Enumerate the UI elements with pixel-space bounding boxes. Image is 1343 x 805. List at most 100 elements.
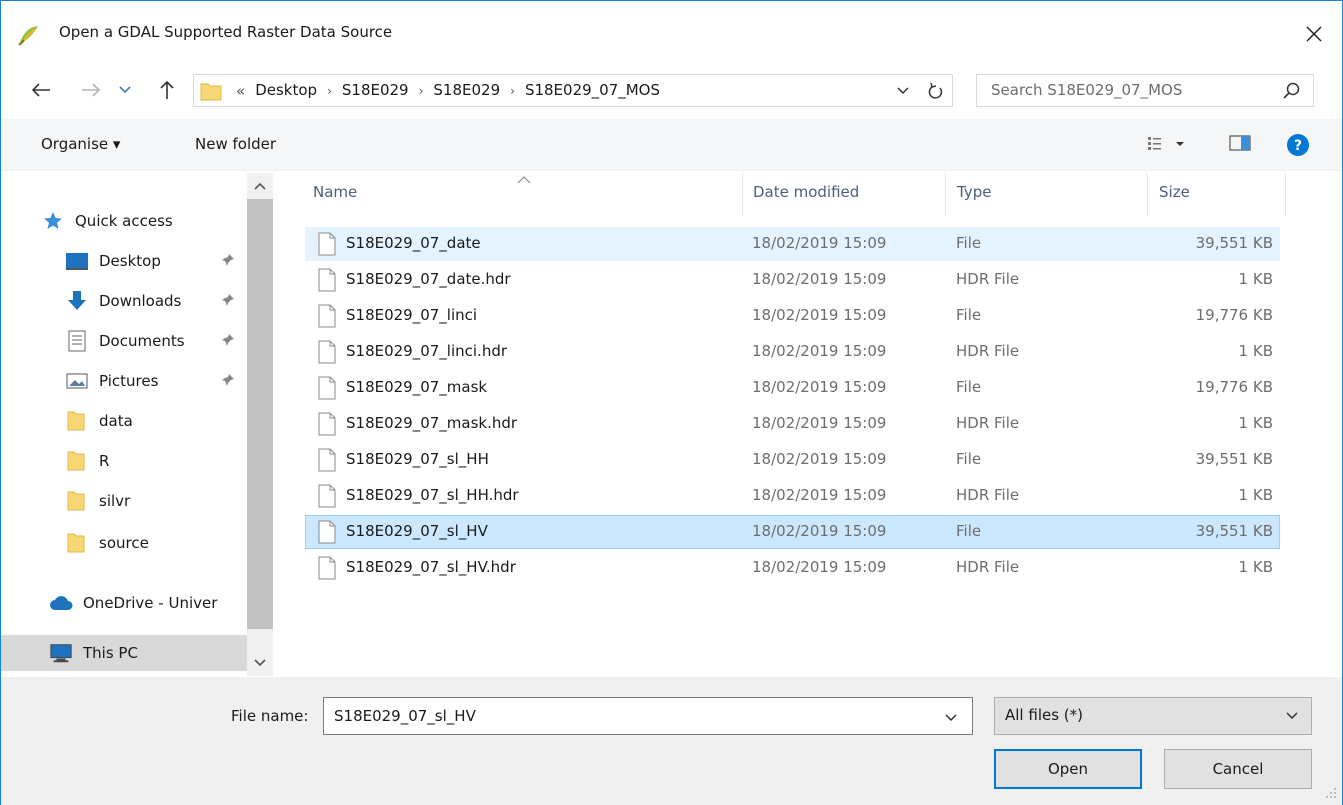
file-date-cell: 18/02/2019 15:09 xyxy=(752,414,887,432)
file-row[interactable]: S18E029_07_sl_HH 18/02/2019 15:09 File 39,5… xyxy=(305,443,1280,477)
file-size-cell: 1 KB xyxy=(1238,270,1273,288)
nav-item-pictures[interactable]: Pictures xyxy=(1,363,247,399)
file-type-cell: File xyxy=(956,306,982,324)
column-divider[interactable] xyxy=(742,173,743,217)
nav-item-data[interactable]: data xyxy=(1,403,247,439)
file-row[interactable]: S18E029_07_linci.hdr 18/02/2019 15:09 HDR … xyxy=(305,335,1280,369)
breadcrumb-item[interactable]: S18E029 xyxy=(338,81,413,101)
nav-item-onedrive[interactable]: OneDrive - Univer xyxy=(1,585,247,621)
search-input[interactable]: Search S18E029_07_MOS xyxy=(991,81,1182,99)
file-date-cell: 18/02/2019 15:09 xyxy=(752,558,887,576)
file-type-cell: HDR File xyxy=(956,270,1020,288)
nav-item-documents[interactable]: Documents xyxy=(1,323,247,359)
resize-grip-icon[interactable] xyxy=(1323,785,1337,803)
pin-icon[interactable] xyxy=(221,253,235,271)
address-bar[interactable]: « Desktop › S18E029 › S18E029 › S18E029_… xyxy=(193,74,953,107)
preview-pane-button[interactable] xyxy=(1229,133,1251,153)
chevron-down-icon xyxy=(1285,708,1299,728)
help-button[interactable]: ? xyxy=(1286,133,1310,157)
column-divider[interactable] xyxy=(945,173,946,217)
nav-item-downloads[interactable]: Downloads xyxy=(1,283,247,319)
preview-pane-icon xyxy=(1229,135,1251,151)
close-button[interactable] xyxy=(1291,15,1337,53)
file-name-cell: S18E029_07_sl_HH.hdr xyxy=(346,486,519,504)
breadcrumb-overflow[interactable]: « xyxy=(230,81,251,101)
file-name-label: File name: xyxy=(231,707,309,725)
scroll-down-button[interactable] xyxy=(247,650,273,676)
file-row[interactable]: S18E029_07_linci 18/02/2019 15:09 File 19,7… xyxy=(305,299,1280,333)
refresh-button[interactable] xyxy=(924,79,948,103)
file-icon xyxy=(318,448,336,476)
file-row[interactable]: S18E029_07_sl_HV.hdr 18/02/2019 15:09 HDR … xyxy=(305,551,1280,585)
nav-item-silvr[interactable]: silvr xyxy=(1,483,247,519)
file-type-cell: HDR File xyxy=(956,558,1020,576)
breadcrumb-chevron-icon[interactable]: › xyxy=(504,81,521,101)
file-type-filter[interactable]: All files (*) xyxy=(994,697,1312,735)
pin-icon[interactable] xyxy=(221,293,235,311)
file-row[interactable]: S18E029_07_mask 18/02/2019 15:09 File 19,77… xyxy=(305,371,1280,405)
chevron-up-icon xyxy=(254,182,266,190)
address-dropdown-button[interactable] xyxy=(892,81,914,101)
file-name-dropdown-button[interactable] xyxy=(944,707,958,731)
view-list-icon xyxy=(1148,137,1184,150)
navigation-pane: Quick access Desktop Downloads Documents… xyxy=(1,173,273,676)
file-name-combobox[interactable]: S18E029_07_sl_HV xyxy=(323,697,973,735)
nav-item-label: This PC xyxy=(83,644,138,662)
file-row[interactable]: S18E029_07_sl_HV 18/02/2019 15:09 File 39,5… xyxy=(305,515,1280,549)
nav-item-label: data xyxy=(99,412,133,430)
column-divider[interactable] xyxy=(1147,173,1148,217)
cancel-button[interactable]: Cancel xyxy=(1164,749,1312,789)
file-row[interactable]: S18E029_07_sl_HH.hdr 18/02/2019 15:09 HDR … xyxy=(305,479,1280,513)
breadcrumb-item[interactable]: S18E029_07_MOS xyxy=(521,81,664,101)
nav-item-this-pc[interactable]: This PC xyxy=(1,635,247,671)
nav-item-label: silvr xyxy=(99,492,131,510)
breadcrumb-chevron-icon[interactable]: › xyxy=(413,81,430,101)
breadcrumb-chevron-icon[interactable]: › xyxy=(321,81,338,101)
file-row[interactable]: S18E029_07_date.hdr 18/02/2019 15:09 HDR F… xyxy=(305,263,1280,297)
file-row[interactable]: S18E029_07_date 18/02/2019 15:09 File 39,55… xyxy=(305,227,1280,261)
back-button[interactable] xyxy=(27,75,55,105)
search-box[interactable]: Search S18E029_07_MOS xyxy=(976,74,1314,107)
nav-item-r[interactable]: R xyxy=(1,443,247,479)
column-header-date[interactable]: Date modified xyxy=(753,183,859,201)
file-date-cell: 18/02/2019 15:09 xyxy=(752,450,887,468)
breadcrumb-item[interactable]: Desktop xyxy=(251,81,321,101)
file-name-cell: S18E029_07_mask.hdr xyxy=(346,414,518,432)
file-type-cell: HDR File xyxy=(956,414,1020,432)
cloud-icon xyxy=(49,592,73,614)
nav-scrollbar[interactable] xyxy=(247,173,273,676)
file-size-cell: 1 KB xyxy=(1238,558,1273,576)
pin-icon[interactable] xyxy=(221,333,235,351)
file-icon xyxy=(318,340,336,368)
forward-button[interactable] xyxy=(77,75,105,105)
file-type-cell: File xyxy=(956,522,982,540)
nav-item-quick-access[interactable]: Quick access xyxy=(1,203,247,239)
pictures-icon xyxy=(65,370,89,392)
scroll-thumb[interactable] xyxy=(247,199,273,629)
nav-item-label: OneDrive - Univer xyxy=(83,594,218,612)
file-name-input[interactable]: S18E029_07_sl_HV xyxy=(334,707,476,725)
recent-locations-button[interactable] xyxy=(115,75,135,105)
file-row[interactable]: S18E029_07_mask.hdr 18/02/2019 15:09 HDR F… xyxy=(305,407,1280,441)
refresh-icon xyxy=(928,82,943,99)
column-header-size[interactable]: Size xyxy=(1159,183,1190,201)
chevron-down-icon xyxy=(119,86,131,94)
new-folder-button[interactable]: New folder xyxy=(195,135,276,153)
nav-item-desktop[interactable]: Desktop xyxy=(1,243,247,279)
column-header-name[interactable]: Name xyxy=(313,183,357,201)
command-bar: Organise ▾ New folder ? xyxy=(1,119,1342,171)
pin-icon[interactable] xyxy=(221,373,235,391)
file-date-cell: 18/02/2019 15:09 xyxy=(752,342,887,360)
column-header-type[interactable]: Type xyxy=(957,183,991,201)
breadcrumb-item[interactable]: S18E029 xyxy=(429,81,504,101)
scroll-up-button[interactable] xyxy=(247,173,273,199)
search-icon[interactable] xyxy=(1282,81,1302,101)
organise-button[interactable]: Organise ▾ xyxy=(41,135,120,153)
view-options-button[interactable] xyxy=(1147,133,1187,155)
column-divider[interactable] xyxy=(1285,173,1286,217)
nav-item-source[interactable]: source xyxy=(1,525,247,561)
up-button[interactable] xyxy=(153,75,181,105)
file-size-cell: 39,551 KB xyxy=(1195,522,1273,540)
nav-item-label: Downloads xyxy=(99,292,182,310)
open-button[interactable]: Open xyxy=(994,749,1142,789)
